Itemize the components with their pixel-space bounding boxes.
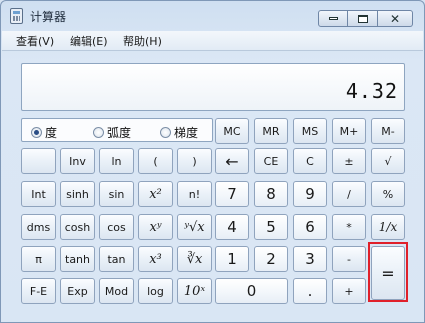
minimize-icon xyxy=(328,17,338,20)
c-button[interactable]: C xyxy=(293,148,327,174)
open-paren-button[interactable]: ( xyxy=(138,148,173,174)
percent-button[interactable]: % xyxy=(371,181,405,207)
mc-button[interactable]: MC xyxy=(215,118,249,144)
radio-dot xyxy=(160,127,171,138)
ce-button[interactable]: CE xyxy=(254,148,288,174)
menu-view[interactable]: 查看(V) xyxy=(16,33,54,49)
tanh-button[interactable]: tanh xyxy=(60,246,95,272)
radio-label: 弧度 xyxy=(107,126,132,140)
display-value: 4.32 xyxy=(345,79,398,103)
cosh-button[interactable]: cosh xyxy=(60,214,95,240)
close-paren-button[interactable]: ) xyxy=(177,148,212,174)
digit-8-button[interactable]: 8 xyxy=(254,181,288,207)
digit-2-button[interactable]: 2 xyxy=(254,246,288,272)
calculator-icon xyxy=(10,8,23,24)
add-button[interactable]: + xyxy=(332,278,366,304)
menu-bar: 查看(V) 编辑(E) 帮助(H) xyxy=(2,31,423,51)
radio-grads[interactable]: 梯度 xyxy=(160,124,198,141)
title-bar: 计算器 ✕ xyxy=(1,1,424,31)
close-button[interactable]: ✕ xyxy=(378,10,413,27)
digit-1-button[interactable]: 1 xyxy=(215,246,249,272)
plus-minus-button[interactable]: ± xyxy=(332,148,366,174)
log-button[interactable]: log xyxy=(138,278,173,304)
ms-button[interactable]: MS xyxy=(293,118,327,144)
m-plus-button[interactable]: M+ xyxy=(332,118,366,144)
maximize-icon xyxy=(357,14,368,23)
m-minus-button[interactable]: M- xyxy=(371,118,405,144)
digit-0-button[interactable]: 0 xyxy=(215,278,288,304)
cos-button[interactable]: cos xyxy=(99,214,134,240)
result-display: 4.32 xyxy=(21,63,405,111)
digit-9-button[interactable]: 9 xyxy=(293,181,327,207)
close-icon: ✕ xyxy=(389,11,401,26)
exp-button[interactable]: Exp xyxy=(60,278,95,304)
menu-help[interactable]: 帮助(H) xyxy=(123,33,162,49)
mr-button[interactable]: MR xyxy=(254,118,288,144)
maximize-button[interactable] xyxy=(348,10,378,27)
radio-label: 度 xyxy=(45,126,58,140)
factorial-button[interactable]: n! xyxy=(177,181,212,207)
window-title: 计算器 xyxy=(30,10,67,24)
digit-5-button[interactable]: 5 xyxy=(254,214,288,240)
divide-button[interactable]: / xyxy=(332,181,366,207)
cube-button[interactable]: x³ xyxy=(138,246,173,272)
calculator-window: 计算器 ✕ 查看(V) 编辑(E) 帮助(H) 4.32 度 弧度 梯度 MC … xyxy=(0,0,425,323)
dms-button[interactable]: dms xyxy=(21,214,56,240)
blank-button[interactable] xyxy=(21,148,56,174)
digit-7-button[interactable]: 7 xyxy=(215,181,249,207)
radio-dot xyxy=(31,127,42,138)
ten-power-button[interactable]: 10ˣ xyxy=(177,278,212,304)
angle-mode-group: 度 弧度 梯度 xyxy=(21,118,213,142)
square-button[interactable]: x² xyxy=(138,181,173,207)
digit-4-button[interactable]: 4 xyxy=(215,214,249,240)
fe-button[interactable]: F-E xyxy=(21,278,56,304)
digit-6-button[interactable]: 6 xyxy=(293,214,327,240)
tan-button[interactable]: tan xyxy=(99,246,134,272)
radio-radians[interactable]: 弧度 xyxy=(93,124,131,141)
decimal-button[interactable]: . xyxy=(293,278,327,304)
cube-root-button[interactable]: ∛x xyxy=(177,246,212,272)
radio-dot xyxy=(93,127,104,138)
menu-edit[interactable]: 编辑(E) xyxy=(70,33,108,49)
power-button[interactable]: xʸ xyxy=(138,214,173,240)
sin-button[interactable]: sin xyxy=(99,181,134,207)
multiply-button[interactable]: * xyxy=(332,214,366,240)
radio-degrees[interactable]: 度 xyxy=(31,124,57,141)
digit-3-button[interactable]: 3 xyxy=(293,246,327,272)
subtract-button[interactable]: - xyxy=(332,246,366,272)
inv-button[interactable]: Inv xyxy=(60,148,95,174)
pi-button[interactable]: π xyxy=(21,246,56,272)
sqrt-button[interactable]: √ xyxy=(371,148,405,174)
mod-button[interactable]: Mod xyxy=(99,278,134,304)
yth-root-button[interactable]: ʸ√x xyxy=(177,214,212,240)
int-button[interactable]: Int xyxy=(21,181,56,207)
reciprocal-button[interactable]: 1/x xyxy=(371,214,405,240)
radio-label: 梯度 xyxy=(174,126,199,140)
ln-button[interactable]: ln xyxy=(99,148,134,174)
equals-highlight-box xyxy=(368,242,408,302)
backspace-button[interactable]: ← xyxy=(215,148,249,174)
sinh-button[interactable]: sinh xyxy=(60,181,95,207)
minimize-button[interactable] xyxy=(318,10,348,27)
